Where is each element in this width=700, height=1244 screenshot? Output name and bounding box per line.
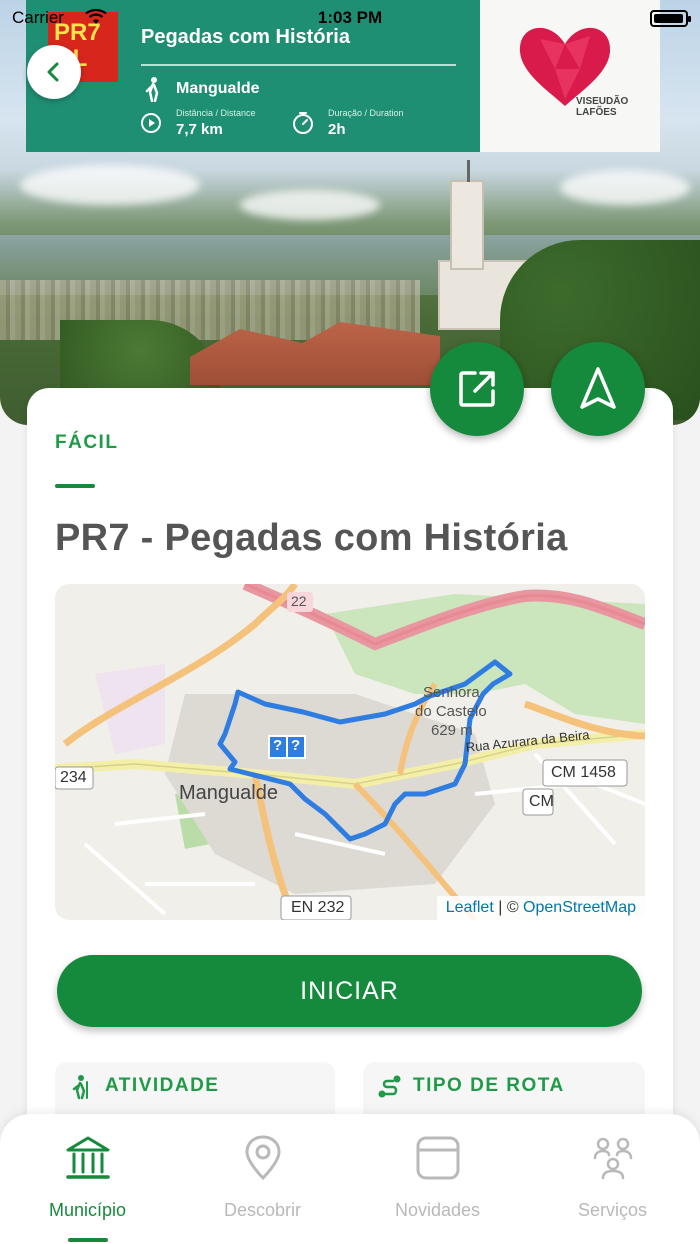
tab-label: Serviços <box>577 1200 648 1220</box>
leaflet-link[interactable]: Leaflet <box>446 899 494 916</box>
battery-icon <box>650 10 691 27</box>
active-tab-indicator <box>68 1238 108 1242</box>
map-label-elevation: 629 m <box>431 722 473 739</box>
map-marker-icon[interactable]: ? <box>273 737 282 754</box>
difficulty-underline <box>55 484 95 488</box>
share-button[interactable] <box>430 342 524 436</box>
map-label-cm1458: CM 1458 <box>551 764 616 781</box>
map-label-en232: EN 232 <box>291 899 345 916</box>
map-label-road-22: 22 <box>291 593 307 609</box>
tab-novidades[interactable]: Novidades <box>350 1114 525 1244</box>
tab-servicos[interactable]: Serviços <box>525 1114 700 1244</box>
distance-label: Distância / Distance <box>176 108 256 118</box>
tab-label: Novidades <box>394 1200 481 1220</box>
play-circle-icon <box>141 113 161 133</box>
navigate-button[interactable] <box>551 342 645 436</box>
duration-value: 2h <box>328 121 346 138</box>
logo-text: VISEUDÃO LAFÕES <box>576 96 629 118</box>
activity-label: ATIVIDADE <box>105 1075 220 1096</box>
osm-link[interactable]: OpenStreetMap <box>523 899 636 916</box>
map-pin-icon <box>245 1135 281 1181</box>
map-attribution: Leaflet | © OpenStreetMap <box>436 896 645 920</box>
back-button[interactable] <box>27 45 81 99</box>
distance-value: 7,7 km <box>176 121 223 138</box>
map-label-senhora: Senhora <box>423 684 480 701</box>
route-map[interactable]: 22 234 Mangualde Senhora do Castelo 629 … <box>55 584 645 920</box>
chevron-left-icon <box>47 62 59 82</box>
map-label-road-234: 234 <box>60 769 87 786</box>
map-label-cm: CM <box>529 793 554 810</box>
status-bar: Carrier 1:03 PM <box>0 0 700 36</box>
bottom-tab-bar: Município Descobrir Novidades Serviços <box>0 1114 700 1244</box>
external-link-icon <box>459 371 495 407</box>
tab-municipio[interactable]: Município <box>0 1114 175 1244</box>
route-type-label: TIPO DE ROTA <box>413 1075 565 1096</box>
status-time: 1:03 PM <box>317 8 383 27</box>
navigation-arrow-icon <box>580 367 616 409</box>
banner-place: Mangualde <box>176 80 260 97</box>
people-services-icon <box>593 1137 633 1180</box>
route-icon <box>378 1075 401 1098</box>
start-button[interactable]: INICIAR <box>57 955 642 1027</box>
route-title: PR7 - Pegadas com História <box>55 517 568 559</box>
tab-label: Descobrir <box>223 1200 302 1220</box>
tab-descobrir[interactable]: Descobrir <box>175 1114 350 1244</box>
map-marker-icon[interactable]: ? <box>291 737 300 754</box>
news-card-icon <box>416 1136 460 1180</box>
map-label-town: Mangualde <box>179 782 278 804</box>
hiker-icon <box>72 1075 88 1100</box>
difficulty-label: FÁCIL <box>55 432 119 453</box>
stopwatch-icon <box>293 112 313 134</box>
screen: PR7 GL Pegadas com História Mangualde Di… <box>0 0 700 1244</box>
city-hall-icon <box>66 1136 110 1179</box>
tab-label: Município <box>48 1200 127 1220</box>
hiker-icon <box>145 77 159 102</box>
duration-label: Duração / Duration <box>328 108 404 118</box>
map-label-castelo: do Castelo <box>415 703 487 720</box>
